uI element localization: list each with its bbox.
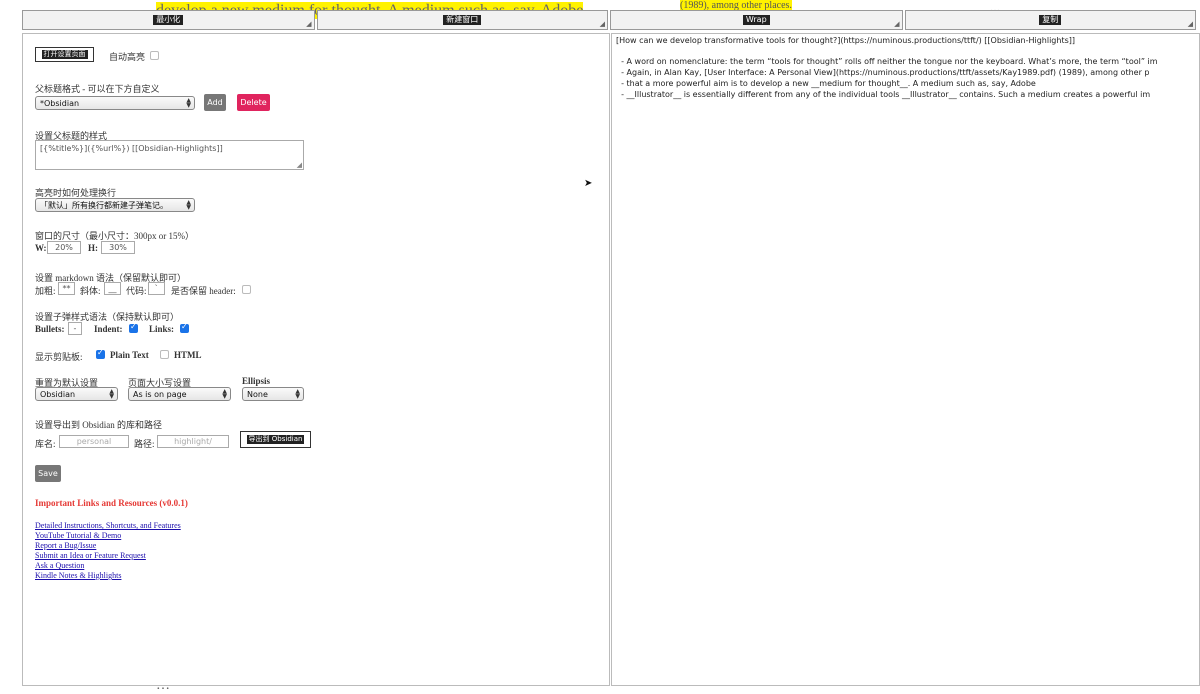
link-ask-question[interactable]: Ask a Question [35,561,84,570]
output-bullet-line: - __Illustrator__ is essentially differe… [616,90,1151,99]
case-value: As is on page [133,389,187,399]
ellipsis-select[interactable]: None ▲ ▼ [242,387,304,401]
width-input[interactable]: 20% [47,241,81,254]
keep-header-label: 是否保留 header: [171,286,236,296]
bold-input[interactable]: ** [58,282,75,295]
reset-select[interactable]: Obsidian ▲ ▼ [35,387,118,401]
vault-label: 库名: [35,439,56,449]
export-obsidian-button[interactable]: 导出到 Obsidian [240,431,311,448]
auto-highlight-label: 自动高亮 [109,52,146,62]
width-label: W: [35,243,47,253]
save-button[interactable]: Save [35,465,61,482]
plain-text-checkbox[interactable] [96,348,105,359]
height-label: H: [88,243,98,253]
select-arrows-icon: ▲ ▼ [222,388,227,400]
delete-format-button[interactable]: Delete [237,94,270,111]
parent-format-label: 父标题格式 - 可以在下方自定义 [35,84,160,94]
linebreak-select[interactable]: 「默认」所有换行都新建子弹笔记。 ▲ ▼ [35,198,195,212]
resize-grip-icon: ◢ [599,20,605,28]
open-settings-label: 打开设置页面 [41,50,88,59]
parent-style-value: [{%title%}]({%url%}) [[Obsidian-Highligh… [40,144,223,153]
settings-panel: 打开设置页面 自动高亮 父标题格式 - 可以在下方自定义 *Obsidian ▲ ▼… [22,33,610,686]
parent-style-textarea[interactable]: [{%title%}]({%url%}) [[Obsidian-Highligh… [35,140,304,170]
indent-checkbox[interactable] [129,322,138,333]
select-arrows-icon: ▲ ▼ [186,97,191,109]
wrap-label: Wrap [742,15,770,25]
html-checkbox[interactable] [160,350,169,359]
output-title-line: [How can we develop transformative tools… [616,36,1075,45]
export-obsidian-label: 导出到 Obsidian [246,435,305,444]
ellipsis-label: Ellipsis [242,376,271,386]
vault-input[interactable]: personal [59,435,129,448]
minimize-button[interactable]: 最小化 ◢ [22,10,315,30]
new-window-button[interactable]: 新建窗口 ◢ [316,10,608,30]
parent-format-value: *Obsidian [40,98,80,108]
select-arrows-icon: ▲ ▼ [295,388,300,400]
path-label: 路径: [134,439,155,449]
link-kindle-notes[interactable]: Kindle Notes & Highlights [35,571,121,580]
link-instructions[interactable]: Detailed Instructions, Shortcuts, and Fe… [35,521,181,530]
bullets-label: Bullets: [35,324,65,334]
resize-grip-icon: ◢ [894,20,900,28]
case-select[interactable]: As is on page ▲ ▼ [128,387,231,401]
copy-button[interactable]: 复制 ◢ [904,10,1196,30]
links-checkbox[interactable] [180,322,189,333]
keep-header-checkbox[interactable] [242,285,251,294]
link-report-bug[interactable]: Report a Bug/Issue [35,541,96,550]
clipboard-label: 显示剪贴板: [35,352,83,362]
bullet-syntax-label: 设置子弹样式语法（保持默认即可） [35,312,180,322]
parent-format-select[interactable]: *Obsidian ▲ ▼ [35,96,195,110]
markdown-output-panel[interactable]: [How can we develop transformative tools… [611,33,1200,686]
italic-label: 斜体: [80,286,101,296]
link-submit-idea[interactable]: Submit an Idea or Feature Request [35,551,146,560]
link-youtube-tutorial[interactable]: YouTube Tutorial & Demo [35,531,121,540]
linebreak-value: 「默认」所有换行都新建子弹笔记。 [40,200,168,210]
plain-text-label: Plain Text [110,350,149,360]
path-input[interactable]: highlight/ [157,435,229,448]
output-bullet-line: - that a more powerful aim is to develop… [616,79,1036,88]
code-input[interactable]: ` [148,282,165,295]
mouse-cursor-icon: ➤ [584,178,593,189]
auto-highlight-checkbox[interactable] [150,51,159,60]
bullets-input[interactable]: - [68,322,82,335]
panel-toolbar: 最小化 ◢ 新建窗口 ◢ Wrap ◢ 复制 ◢ [22,10,1198,32]
copy-label: 复制 [1039,15,1062,25]
indent-label: Indent: [94,324,123,334]
resize-grip-icon: ◢ [306,20,312,28]
important-links-title: Important Links and Resources (v0.0.1) [35,498,188,508]
html-label: HTML [174,350,202,360]
output-bullet-line: - Again, in Alan Kay, [User Interface: A… [616,68,1150,77]
reset-value: Obsidian [40,389,76,399]
new-window-label: 新建窗口 [443,15,482,25]
minimize-label: 最小化 [153,15,184,25]
select-arrows-icon: ▲ ▼ [109,388,114,400]
resize-grip-icon: ◢ [1187,20,1193,28]
export-label: 设置导出到 Obsidian 的库和路径 [35,420,162,430]
links-label: Links: [149,324,175,334]
code-label: 代码: [126,286,147,296]
output-bullet-line: - A word on nomenclature: the term “tool… [616,57,1158,66]
wrap-button[interactable]: Wrap ◢ [610,10,903,30]
height-input[interactable]: 30% [101,241,135,254]
ellipsis-value: None [247,389,268,399]
add-format-button[interactable]: Add [204,94,226,111]
italic-input[interactable]: __ [104,282,121,295]
resize-grip-icon: ◢ [296,161,302,169]
bold-label: 加粗: [35,286,56,296]
select-arrows-icon: ▲ ▼ [186,199,191,211]
open-settings-button[interactable]: 打开设置页面 [35,47,94,62]
